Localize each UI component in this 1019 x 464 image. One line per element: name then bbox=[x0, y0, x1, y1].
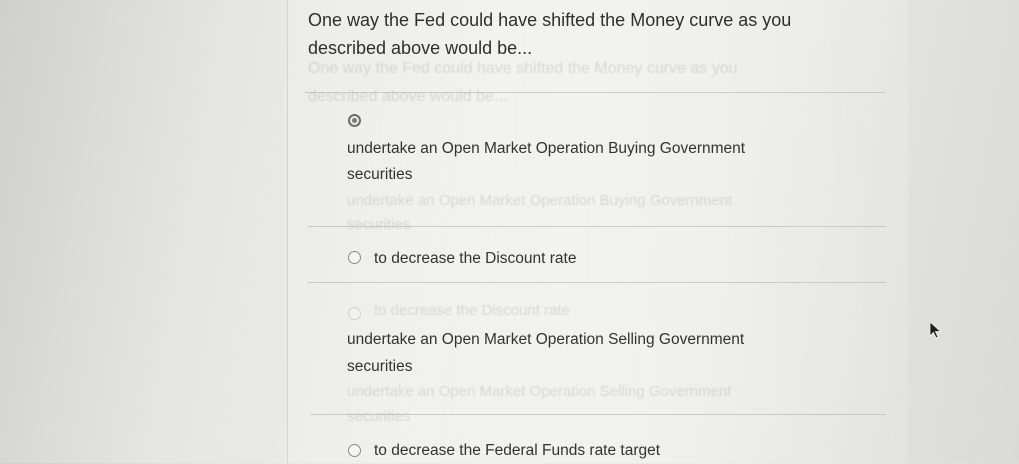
option-label-buying-line-2[interactable]: securities bbox=[347, 162, 412, 188]
ghost-option-discount-rate: to decrease the Discount rate bbox=[374, 302, 570, 319]
divider bbox=[308, 226, 886, 227]
option-label-selling-line-2[interactable]: securities bbox=[347, 354, 412, 380]
divider bbox=[308, 282, 886, 283]
ghost-radio-icon bbox=[348, 307, 361, 320]
ghost-question-line-2: described above would be... bbox=[308, 88, 508, 105]
radio-option-buying-securities[interactable] bbox=[348, 114, 361, 127]
option-label-buying-line-1[interactable]: undertake an Open Market Operation Buyin… bbox=[347, 136, 745, 162]
divider bbox=[305, 92, 885, 93]
ghost-option-buying-line-1: undertake an Open Market Operation Buyin… bbox=[347, 192, 733, 209]
ghost-option-selling-line-1: undertake an Open Market Operation Selli… bbox=[347, 383, 732, 400]
ghost-question-line-1: One way the Fed could have shifted the M… bbox=[308, 60, 738, 77]
option-label-selling-line-1[interactable]: undertake an Open Market Operation Selli… bbox=[347, 327, 744, 353]
option-label-decrease-fed-funds-target[interactable]: to decrease the Federal Funds rate targe… bbox=[374, 438, 660, 464]
option-label-decrease-discount-rate[interactable]: to decrease the Discount rate bbox=[374, 246, 576, 272]
ghost-option-buying-line-2: securities bbox=[347, 216, 411, 233]
radio-option-decrease-discount-rate[interactable] bbox=[348, 251, 361, 264]
question-text: One way the Fed could have shifted the M… bbox=[308, 10, 792, 58]
radio-option-decrease-fed-funds-target[interactable] bbox=[348, 444, 361, 457]
mouse-cursor-icon bbox=[929, 321, 942, 339]
divider bbox=[310, 414, 886, 415]
ghost-option-selling-line-2: securities bbox=[347, 408, 411, 425]
